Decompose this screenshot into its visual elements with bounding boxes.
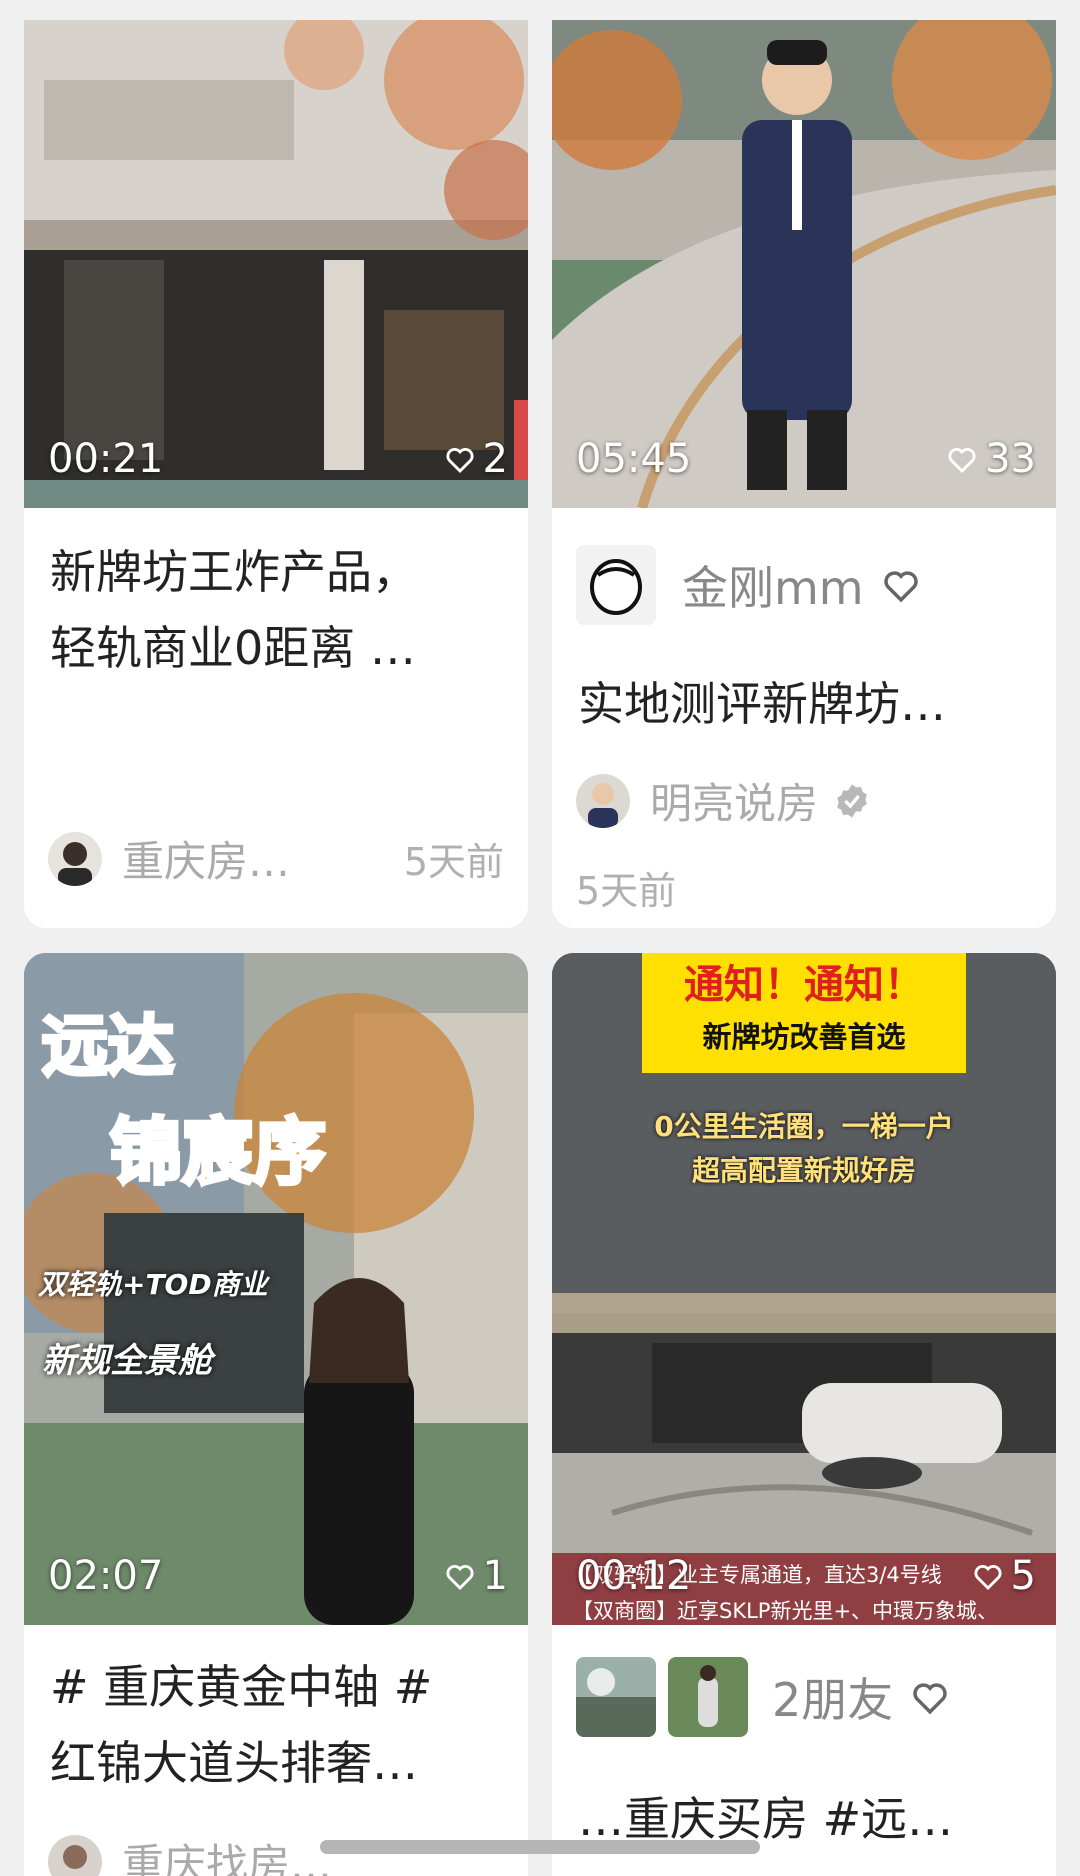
video-card-1[interactable]: 00:21 2 新牌坊王炸产品， 轻轨商业0距离 … 重庆房… 5天前 [24, 20, 528, 928]
video-thumbnail[interactable]: 05:45 33 [552, 20, 1056, 508]
overlay-sub-1: 双轻轨+TOD商业 [38, 1268, 268, 1301]
like-count-value: 5 [1010, 1553, 1036, 1599]
video-duration: 00:21 [48, 436, 164, 482]
post-time: 5天前 [576, 869, 677, 913]
bottom-caption-2: 【双商圈】近享SKLP新光里+、中環万象城、 [572, 1599, 999, 1623]
video-thumbnail[interactable]: 00:21 2 [24, 20, 528, 508]
heart-outline-icon [974, 1564, 1002, 1591]
post-time: 5天前 [403, 840, 504, 884]
like-count[interactable]: 33 [945, 436, 1036, 482]
heart-outline-icon [446, 1564, 474, 1591]
like-count-value: 2 [482, 436, 508, 482]
video-thumbnail[interactable]: 通知！通知！ 新牌坊改善首选 0公里生活圈，一梯一户 超高配置新规好房 【双轻轨… [552, 953, 1056, 1625]
banner-title: 通知！通知！ [684, 962, 924, 1008]
video-card-2[interactable]: 05:45 33 金刚mm 实地测评新牌坊… 明亮说房 5天前 [552, 20, 1056, 928]
avatar[interactable] [48, 831, 102, 886]
overlay-title-2: 锦宸序 [108, 1108, 328, 1196]
like-count[interactable]: 5 [971, 1553, 1036, 1599]
friend-name[interactable]: 金刚mm [682, 552, 864, 618]
home-indicator[interactable] [320, 1840, 760, 1854]
video-title[interactable]: 新牌坊王炸产品， 轻轨商业0距离 … [50, 534, 502, 686]
presenter-photo [552, 20, 1056, 508]
video-thumbnail[interactable]: 远达 锦宸序 双轻轨+TOD商业 新规全景舱 02:07 1 [24, 953, 528, 1625]
friend-like-row[interactable]: 金刚mm [576, 545, 1032, 625]
like-count[interactable]: 1 [443, 1553, 508, 1599]
heart-outline-icon [948, 447, 976, 474]
like-count-value: 33 [985, 436, 1036, 482]
video-duration: 05:45 [576, 436, 692, 482]
friend-avatar[interactable] [576, 545, 656, 625]
heart-outline-icon [446, 447, 474, 474]
friend-name[interactable]: 2朋友 [772, 1664, 893, 1730]
author-row[interactable]: 重庆房… 5天前 [48, 828, 504, 889]
like-count[interactable]: 2 [443, 436, 508, 482]
author-name[interactable]: 明亮说房 [650, 770, 818, 831]
friend-like-row[interactable]: 2朋友 [576, 1657, 1032, 1737]
friend-avatar-1[interactable] [576, 1657, 656, 1737]
heart-outline-icon [913, 1683, 947, 1715]
author-name[interactable]: 重庆房… [122, 828, 290, 889]
video-title[interactable]: # 重庆黄金中轴 # 红锦大道头排奢… [50, 1649, 502, 1801]
video-card-4[interactable]: 通知！通知！ 新牌坊改善首选 0公里生活圈，一梯一户 超高配置新规好房 【双轻轨… [552, 953, 1056, 1876]
banner-subtitle: 新牌坊改善首选 [702, 1020, 906, 1054]
author-row[interactable]: 明亮说房 [576, 770, 1032, 831]
notice-banner: 通知！通知！ 新牌坊改善首选 [642, 953, 966, 1073]
video-card-3[interactable]: 远达 锦宸序 双轻轨+TOD商业 新规全景舱 02:07 1 # 重庆黄金中轴 … [24, 953, 528, 1876]
overlay-line-2: 超高配置新规好房 [691, 1154, 916, 1187]
building-photo [24, 20, 528, 508]
title-line-1: # 重庆黄金中轴 # [50, 1660, 433, 1714]
verified-badge-icon [837, 783, 867, 818]
title-line-1: 新牌坊王炸产品， [50, 545, 418, 599]
title-line-2: 轻轨商业0距离 … [50, 621, 416, 675]
title-line-2: 红锦大道头排奢… [50, 1736, 418, 1790]
overlay-sub-2: 新规全景舱 [42, 1341, 212, 1381]
overlay-title-1: 远达 [40, 1006, 176, 1087]
video-duration: 00:12 [576, 1553, 692, 1599]
author-name[interactable]: 重庆找房… [122, 1831, 332, 1876]
avatar[interactable] [576, 773, 630, 828]
like-count-value: 1 [482, 1553, 508, 1599]
video-title[interactable]: 实地测评新牌坊… [578, 666, 1030, 742]
overlay-line-1: 0公里生活圈，一梯一户 [654, 1110, 954, 1143]
video-duration: 02:07 [48, 1553, 164, 1599]
heart-outline-icon [883, 571, 918, 603]
friend-avatar-2[interactable] [668, 1657, 748, 1737]
avatar[interactable] [48, 1834, 102, 1876]
